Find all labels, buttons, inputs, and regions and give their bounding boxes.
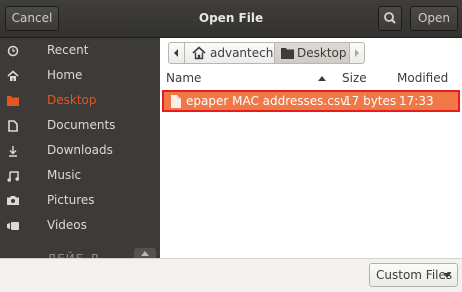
sort-ascending-icon: [318, 76, 326, 81]
sidebar-item-recent[interactable]: Recent: [0, 38, 160, 63]
file-icon: [171, 95, 181, 108]
drive-icon: [6, 238, 20, 258]
sidebar-item-label: ЛЕЙБ Д: [47, 247, 100, 258]
home-icon: [192, 46, 206, 60]
sidebar-item-documents[interactable]: Documents: [0, 113, 160, 138]
open-button[interactable]: Open: [410, 6, 458, 31]
sidebar-item-label: Music: [47, 168, 82, 182]
file-modified: 17:33: [399, 94, 434, 108]
folder-icon: [6, 88, 20, 113]
file-name: epaper MAC addresses.csv: [186, 94, 348, 108]
file-browser: advantech Desktop Name Size Modified epa…: [160, 38, 462, 258]
path-desktop-button[interactable]: Desktop: [274, 42, 350, 64]
search-button[interactable]: [378, 6, 402, 31]
camera-icon: [6, 188, 20, 213]
sidebar-item-label: Downloads: [47, 143, 113, 157]
sidebar-item-downloads[interactable]: Downloads: [0, 138, 160, 163]
path-desktop-label: Desktop: [297, 46, 347, 60]
clock-icon: [6, 38, 20, 63]
footer-bar: Custom Files: [0, 258, 462, 292]
file-row[interactable]: epaper MAC addresses.csv 17 bytes 17:33: [162, 90, 460, 112]
path-back-button[interactable]: [168, 42, 185, 64]
chevron-left-icon: [174, 49, 178, 57]
sidebar-item-label: Home: [47, 68, 83, 82]
file-filter-dropdown[interactable]: Custom Files: [369, 263, 458, 287]
column-modified[interactable]: Modified: [397, 71, 448, 85]
chevron-right-icon: [355, 49, 359, 57]
file-filter-label: Custom Files: [376, 268, 453, 282]
sidebar-item-desktop[interactable]: Desktop: [0, 88, 160, 113]
sidebar-item-label: Pictures: [47, 193, 95, 207]
path-home-button[interactable]: advantech: [184, 42, 275, 64]
sidebar-item-pictures[interactable]: Pictures: [0, 188, 160, 213]
folder-icon: [281, 48, 294, 59]
sidebar-item-videos[interactable]: Videos: [0, 213, 160, 238]
column-headers: Name Size Modified: [160, 68, 462, 88]
path-forward-button[interactable]: [349, 42, 365, 64]
header-bar: Cancel Open File Open: [0, 0, 462, 38]
sidebar-item-label: Recent: [47, 43, 89, 57]
sidebar-item-label: Documents: [47, 118, 116, 132]
home-icon: [6, 63, 20, 88]
path-home-label: advantech: [210, 46, 274, 60]
places-sidebar: Recent Home Desktop Documents Downloads …: [0, 38, 160, 258]
download-icon: [6, 138, 20, 163]
file-size: 17 bytes: [344, 94, 397, 108]
search-icon: [384, 12, 396, 24]
sidebar-item-music[interactable]: Music: [0, 163, 160, 188]
music-icon: [6, 163, 20, 188]
column-name[interactable]: Name: [166, 71, 201, 85]
document-icon: [6, 113, 20, 138]
chevron-down-icon: [443, 273, 451, 278]
sidebar-item-label: Videos: [47, 218, 87, 232]
sidebar-item-home[interactable]: Home: [0, 63, 160, 88]
column-size[interactable]: Size: [342, 71, 367, 85]
video-icon: [6, 213, 20, 238]
sidebar-item-label: Desktop: [47, 93, 97, 107]
